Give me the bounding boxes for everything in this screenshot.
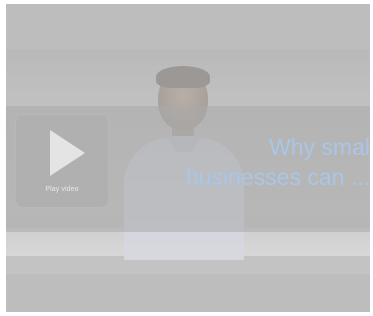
video-title-line-2: businesses can ... (185, 164, 370, 190)
video-title-line-1: Why smal (269, 134, 370, 160)
video-title: Why smal businesses can ... (110, 132, 370, 192)
play-icon (50, 130, 85, 176)
presenter-hair (156, 66, 210, 88)
play-video-button[interactable]: Play video (15, 114, 109, 208)
player-bottom-area (6, 274, 370, 312)
video-player[interactable]: Play video Why smal businesses can ... (6, 4, 370, 312)
play-video-label: Play video (45, 186, 79, 193)
